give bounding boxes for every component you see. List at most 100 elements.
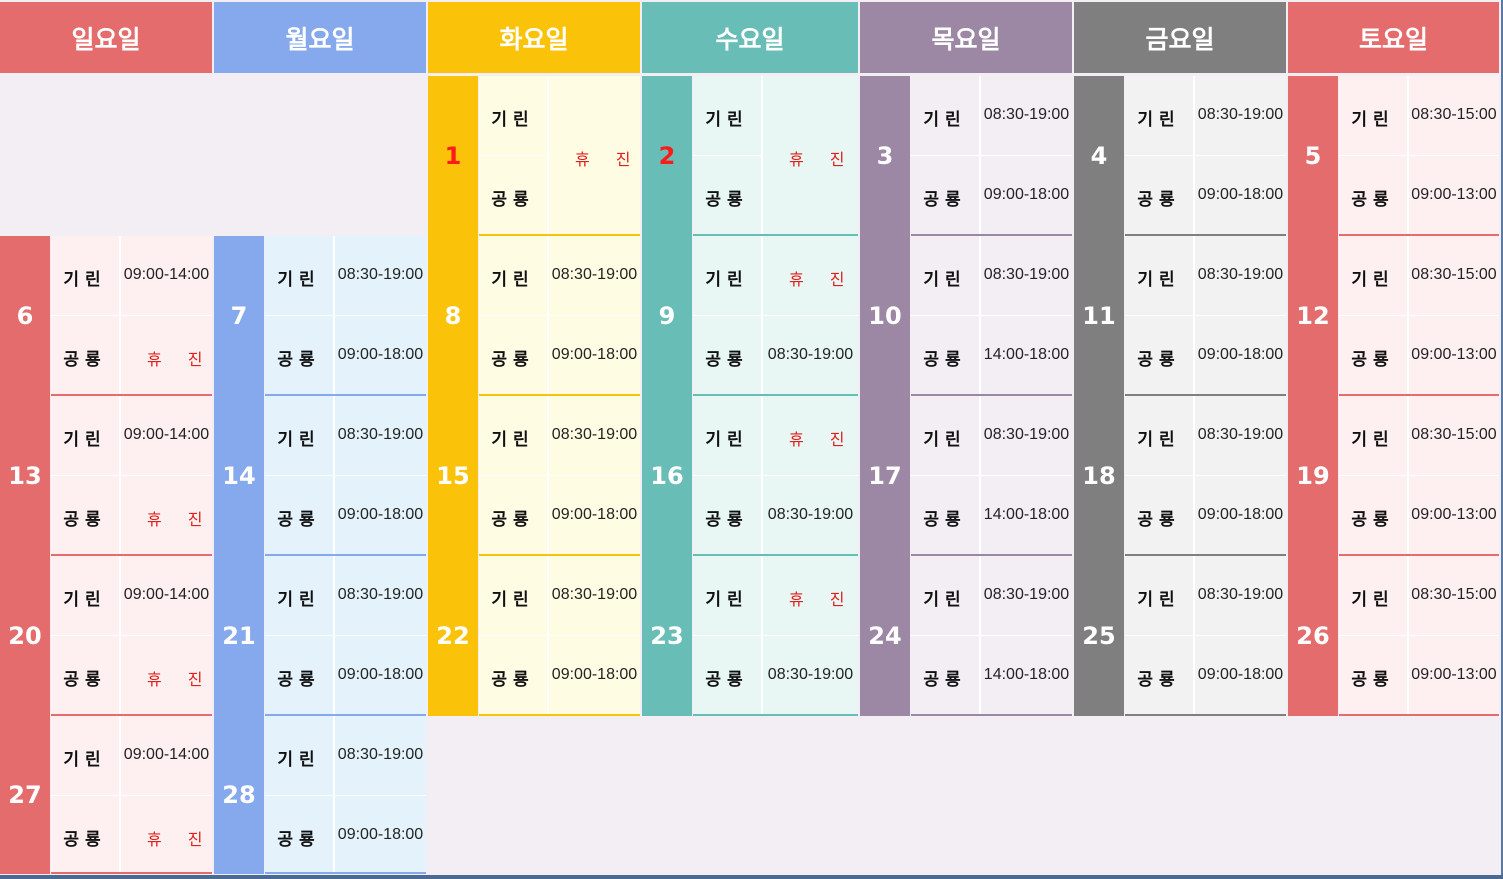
- day-schedule: 기린 공룡 휴진: [479, 76, 640, 236]
- day-cell[interactable]: 18 기린 공룡 08:30-19:00 09:00-18:00: [1074, 396, 1286, 556]
- weekday-header-thu: 목요일: [860, 2, 1072, 73]
- branch-label-kirin: 기린: [63, 270, 107, 290]
- gongryong-hours: 09:00-13:00: [1411, 346, 1497, 363]
- day-number: 6: [0, 236, 50, 396]
- column-divider: [119, 396, 121, 556]
- day-cell[interactable]: 23 기린 공룡 휴진 08:30-19:00: [642, 556, 858, 716]
- branch-label-kirin: 기린: [705, 110, 749, 130]
- day-cell[interactable]: 1 기린 공룡 휴진: [428, 76, 640, 236]
- branch-label-gongryong: 공룡: [923, 510, 967, 530]
- column-divider: [1193, 76, 1195, 236]
- day-number: 13: [0, 396, 50, 556]
- day-schedule: 기린 공룡 08:30-19:00 14:00-18:00: [911, 236, 1072, 396]
- kirin-hours: 휴진: [789, 270, 871, 289]
- gongryong-hours: 09:00-18:00: [1197, 346, 1284, 363]
- row-divider: [911, 315, 1072, 316]
- day-schedule: 기린 공룡 휴진 08:30-19:00: [693, 396, 858, 556]
- branch-label-kirin: 기린: [63, 750, 107, 770]
- row-divider: [1125, 475, 1286, 476]
- cell-bottom-border: [1125, 714, 1286, 716]
- branch-label-kirin: 기린: [1351, 270, 1395, 290]
- row-divider: [693, 635, 858, 636]
- row-divider: [693, 475, 858, 476]
- branch-label-kirin: 기린: [491, 430, 535, 450]
- row-divider: [479, 155, 547, 156]
- day-cell[interactable]: 13 기린 공룡 09:00-14:00 휴진: [0, 396, 212, 556]
- day-number: 19: [1288, 396, 1338, 556]
- day-cell[interactable]: 24 기린 공룡 08:30-19:00 14:00-18:00: [860, 556, 1072, 716]
- row-divider: [693, 315, 858, 316]
- gongryong-hours: 14:00-18:00: [983, 506, 1070, 523]
- day-schedule: 기린 공룡 08:30-15:00 09:00-13:00: [1339, 396, 1499, 556]
- row-divider: [911, 635, 1072, 636]
- day-cell[interactable]: 22 기린 공룡 08:30-19:00 09:00-18:00: [428, 556, 640, 716]
- branch-label-kirin: 기린: [1351, 590, 1395, 610]
- column-divider: [1193, 236, 1195, 396]
- day-cell[interactable]: 25 기린 공룡 08:30-19:00 09:00-18:00: [1074, 556, 1286, 716]
- gongryong-hours: 09:00-18:00: [1197, 186, 1284, 203]
- day-cell[interactable]: 9 기린 공룡 휴진 08:30-19:00: [642, 236, 858, 396]
- branch-label-kirin: 기린: [1137, 110, 1181, 130]
- kirin-hours: 09:00-14:00: [123, 586, 210, 603]
- branch-label-kirin: 기린: [277, 270, 321, 290]
- branch-label-gongryong: 공룡: [1351, 670, 1395, 690]
- day-schedule: 기린 공룡 08:30-19:00 09:00-18:00: [1125, 76, 1286, 236]
- day-cell[interactable]: 12 기린 공룡 08:30-15:00 09:00-13:00: [1288, 236, 1499, 396]
- day-cell[interactable]: 10 기린 공룡 08:30-19:00 14:00-18:00: [860, 236, 1072, 396]
- day-number: 28: [214, 716, 264, 874]
- column-divider: [1407, 76, 1409, 236]
- branch-label-gongryong: 공룡: [1137, 190, 1181, 210]
- day-number: 24: [860, 556, 910, 716]
- day-cell[interactable]: 16 기린 공룡 휴진 08:30-19:00: [642, 396, 858, 556]
- day-cell[interactable]: 17 기린 공룡 08:30-19:00 14:00-18:00: [860, 396, 1072, 556]
- day-cell[interactable]: 26 기린 공룡 08:30-15:00 09:00-13:00: [1288, 556, 1499, 716]
- weekday-header-fri: 금요일: [1074, 2, 1286, 73]
- branch-label-gongryong: 공룡: [923, 670, 967, 690]
- kirin-hours: 08:30-19:00: [1197, 426, 1284, 443]
- gongryong-hours: 09:00-18:00: [1197, 666, 1284, 683]
- gongryong-hours: 09:00-18:00: [551, 506, 638, 523]
- monthly-calendar: 일요일 월요일 화요일 수요일 목요일 금요일 토요일 1 기린 공룡 휴진 2 기린 공룡 휴진 3 기린 공…: [0, 0, 1503, 879]
- day-cell[interactable]: 21 기린 공룡 08:30-19:00 09:00-18:00: [214, 556, 426, 716]
- day-cell[interactable]: 15 기린 공룡 08:30-19:00 09:00-18:00: [428, 396, 640, 556]
- day-number: 23: [642, 556, 692, 716]
- row-divider: [911, 155, 1072, 156]
- day-cell[interactable]: 20 기린 공룡 09:00-14:00 휴진: [0, 556, 212, 716]
- kirin-hours: 08:30-15:00: [1411, 426, 1497, 443]
- day-schedule: 기린 공룡 08:30-19:00 09:00-18:00: [1125, 396, 1286, 556]
- day-cell[interactable]: 11 기린 공룡 08:30-19:00 09:00-18:00: [1074, 236, 1286, 396]
- branch-label-gongryong: 공룡: [491, 670, 535, 690]
- day-cell[interactable]: 27 기린 공룡 09:00-14:00 휴진: [0, 716, 212, 874]
- kirin-hours: 08:30-19:00: [983, 586, 1070, 603]
- day-cell[interactable]: 2 기린 공룡 휴진: [642, 76, 858, 236]
- day-cell[interactable]: 8 기린 공룡 08:30-19:00 09:00-18:00: [428, 236, 640, 396]
- branch-label-kirin: 기린: [491, 590, 535, 610]
- day-cell[interactable]: 3 기린 공룡 08:30-19:00 09:00-18:00: [860, 76, 1072, 236]
- day-cell[interactable]: 14 기린 공룡 08:30-19:00 09:00-18:00: [214, 396, 426, 556]
- day-cell[interactable]: 28 기린 공룡 08:30-19:00 09:00-18:00: [214, 716, 426, 874]
- row-divider: [1339, 155, 1499, 156]
- day-cell[interactable]: 4 기린 공룡 08:30-19:00 09:00-18:00: [1074, 76, 1286, 236]
- day-number: 4: [1074, 76, 1124, 236]
- row-divider: [265, 635, 426, 636]
- cell-bottom-border: [693, 714, 858, 716]
- day-cell[interactable]: 19 기린 공룡 08:30-15:00 09:00-13:00: [1288, 396, 1499, 556]
- day-number: 8: [428, 236, 478, 396]
- branch-label-gongryong: 공룡: [923, 190, 967, 210]
- day-number: 7: [214, 236, 264, 396]
- row-divider: [265, 475, 426, 476]
- branch-label-kirin: 기린: [923, 590, 967, 610]
- day-number: 16: [642, 396, 692, 556]
- row-divider: [51, 315, 212, 316]
- row-divider: [1339, 635, 1499, 636]
- cell-bottom-border: [479, 714, 640, 716]
- day-cell[interactable]: 5 기린 공룡 08:30-15:00 09:00-13:00: [1288, 76, 1499, 236]
- day-number: 10: [860, 236, 910, 396]
- day-cell[interactable]: 6 기린 공룡 09:00-14:00 휴진: [0, 236, 212, 396]
- kirin-hours: 08:30-19:00: [551, 426, 638, 443]
- branch-label-gongryong: 공룡: [1137, 510, 1181, 530]
- day-cell[interactable]: 7 기린 공룡 08:30-19:00 09:00-18:00: [214, 236, 426, 396]
- branch-label-kirin: 기린: [63, 430, 107, 450]
- row-divider: [51, 635, 212, 636]
- gongryong-hours: 휴진: [147, 670, 229, 689]
